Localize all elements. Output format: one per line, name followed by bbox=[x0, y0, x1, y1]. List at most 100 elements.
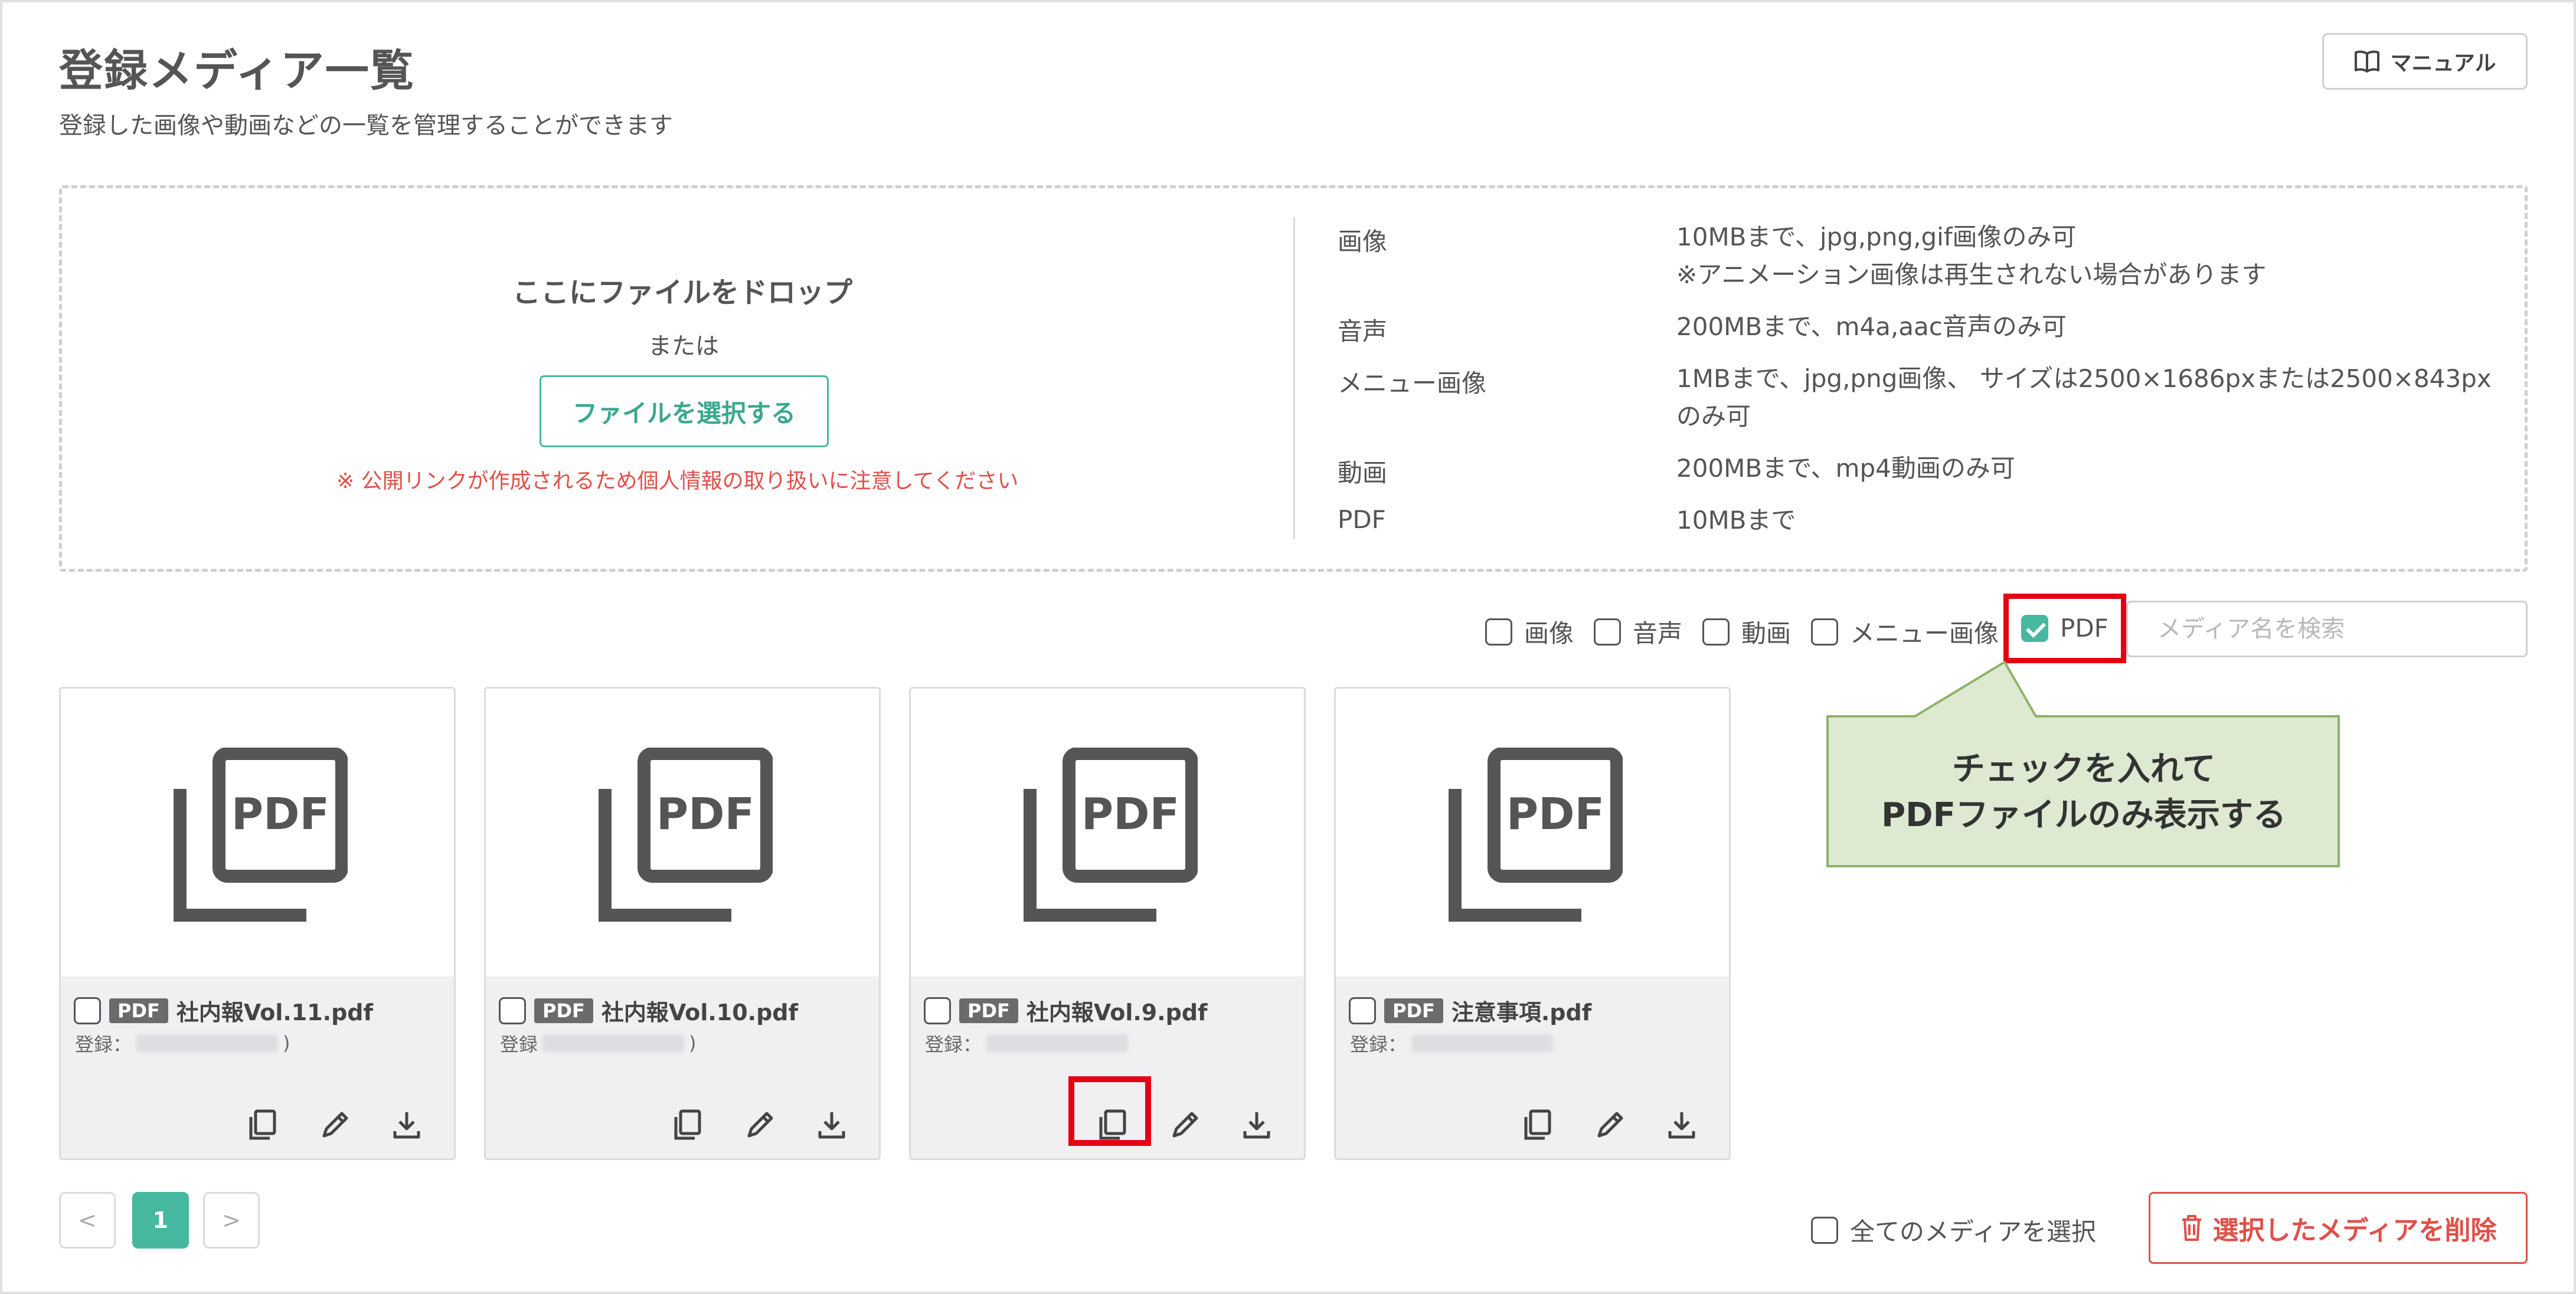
filter-label: 音声 bbox=[1633, 619, 1683, 648]
card-thumbnail: PDF bbox=[61, 689, 454, 977]
blurred-date bbox=[986, 1034, 1129, 1052]
copy-link-button[interactable] bbox=[245, 1108, 280, 1143]
filter-video[interactable]: 動画 bbox=[1702, 614, 1791, 650]
card-actions bbox=[670, 1108, 849, 1143]
delete-selected-button[interactable]: 選択したメディアを削除 bbox=[2149, 1192, 2528, 1264]
file-name: 社内報Vol.11.pdf bbox=[176, 1000, 374, 1026]
card-name-row: PDF 社内報Vol.9.pdf bbox=[924, 994, 1208, 1027]
file-type-badge: PDF bbox=[534, 998, 593, 1023]
download-button[interactable] bbox=[1239, 1108, 1274, 1143]
spec-line: 10MBまで、jpg,png,gif画像のみ可 bbox=[1676, 222, 2077, 251]
checkbox[interactable] bbox=[1485, 618, 1512, 646]
privacy-warning: ※ 公開リンクが作成されるため個人情報の取り扱いに注意してください bbox=[336, 469, 1019, 493]
pagination-prev-button[interactable]: < bbox=[59, 1192, 116, 1249]
registration-label: 登録： bbox=[75, 1033, 132, 1056]
download-button[interactable] bbox=[1664, 1108, 1699, 1143]
manual-button[interactable]: マニュアル bbox=[2322, 33, 2528, 90]
pencil-icon bbox=[1597, 1112, 1623, 1138]
spec-line: のみ可 bbox=[1676, 402, 1751, 431]
checkbox[interactable] bbox=[1811, 1216, 1838, 1244]
filter-label: メニュー画像 bbox=[1850, 619, 1999, 648]
pencil-icon bbox=[1172, 1112, 1198, 1138]
page-subtitle: 登録した画像や動画などの一覧を管理することができます bbox=[59, 112, 673, 139]
blurred-date bbox=[136, 1034, 279, 1052]
filter-image[interactable]: 画像 bbox=[1485, 614, 1574, 650]
spec-line: 1MBまで、jpg,png画像、 サイズは2500×1686pxまたは2500×… bbox=[1676, 364, 2492, 393]
card-name-row: PDF 注意事項.pdf bbox=[1349, 994, 1591, 1027]
select-all-media[interactable]: 全てのメディアを選択 bbox=[1811, 1212, 2096, 1248]
registration-info: 登録： bbox=[925, 1030, 1133, 1057]
pencil-icon bbox=[322, 1112, 348, 1138]
media-card[interactable]: PDF PDF 注意事項.pdf 登録： bbox=[1334, 687, 1731, 1160]
file-type-badge: PDF bbox=[959, 998, 1018, 1023]
spec-value-audio: 200MBまで、m4a,aac音声のみ可 bbox=[1676, 308, 2067, 346]
card-checkbox[interactable] bbox=[924, 997, 951, 1024]
spec-label-pdf: PDF bbox=[1338, 505, 1386, 534]
card-checkbox[interactable] bbox=[499, 997, 526, 1024]
card-actions bbox=[245, 1108, 424, 1143]
card-checkbox[interactable] bbox=[74, 997, 101, 1024]
spec-label-menu-image: メニュー画像 bbox=[1338, 369, 1487, 398]
pagination-page-1[interactable]: 1 bbox=[132, 1192, 189, 1249]
card-footer: PDF 社内報Vol.11.pdf 登録： ) bbox=[61, 977, 454, 1158]
pdf-file-icon: PDF bbox=[1449, 748, 1623, 922]
spec-line: 200MBまで、m4a,aac音声のみ可 bbox=[1676, 312, 2067, 341]
media-card[interactable]: PDF PDF 社内報Vol.10.pdf 登録 ) bbox=[484, 687, 881, 1160]
spec-label-audio: 音声 bbox=[1338, 317, 1388, 346]
registration-label: 登録： bbox=[1350, 1033, 1407, 1056]
copy-icon bbox=[1524, 1109, 1551, 1140]
checkbox[interactable] bbox=[1811, 618, 1838, 646]
search-input[interactable] bbox=[2126, 601, 2528, 657]
filter-audio[interactable]: 音声 bbox=[1594, 614, 1682, 650]
copy-icon bbox=[249, 1109, 276, 1140]
card-checkbox[interactable] bbox=[1349, 997, 1376, 1024]
pdf-file-icon: PDF bbox=[599, 748, 773, 922]
card-thumbnail: PDF bbox=[486, 689, 879, 977]
spec-value-video: 200MBまで、mp4動画のみ可 bbox=[1676, 450, 2015, 487]
blurred-date bbox=[1411, 1034, 1554, 1052]
registration-info: 登録： ) bbox=[75, 1030, 290, 1057]
filter-menu-image[interactable]: メニュー画像 bbox=[1811, 614, 1999, 650]
edit-button[interactable] bbox=[742, 1108, 777, 1143]
file-name: 社内報Vol.10.pdf bbox=[601, 1000, 799, 1026]
download-icon bbox=[1668, 1112, 1695, 1139]
book-icon bbox=[2354, 50, 2379, 73]
registration-info: 登録 ) bbox=[500, 1030, 697, 1057]
registration-info: 登録： bbox=[1350, 1030, 1558, 1057]
select-all-label: 全てのメディアを選択 bbox=[1850, 1217, 2097, 1246]
card-thumbnail: PDF bbox=[1336, 689, 1729, 977]
blurred-date bbox=[542, 1034, 685, 1052]
spec-value-menu-image: 1MBまで、jpg,png画像、 サイズは2500×1686pxまたは2500×… bbox=[1676, 360, 2492, 435]
checkbox[interactable] bbox=[1594, 618, 1621, 646]
download-button[interactable] bbox=[814, 1108, 849, 1143]
select-file-button[interactable]: ファイルを選択する bbox=[540, 375, 829, 447]
callout-line: PDFファイルのみ表示する bbox=[1881, 796, 2286, 834]
card-name-row: PDF 社内報Vol.10.pdf bbox=[499, 994, 798, 1027]
drop-title: ここにファイルをドロップ bbox=[512, 276, 853, 309]
copy-link-button[interactable] bbox=[670, 1108, 705, 1143]
filter-label: 動画 bbox=[1741, 619, 1792, 648]
registration-label: 登録： bbox=[925, 1033, 982, 1056]
download-button[interactable] bbox=[389, 1108, 424, 1143]
spec-line: 10MBまで bbox=[1676, 506, 1796, 535]
file-type-badge: PDF bbox=[109, 998, 168, 1023]
edit-button[interactable] bbox=[1592, 1108, 1627, 1143]
pdf-file-icon: PDF bbox=[1024, 748, 1198, 922]
download-icon bbox=[1243, 1112, 1270, 1139]
edit-button[interactable] bbox=[317, 1108, 352, 1143]
pdf-filter-highlight bbox=[2003, 594, 2126, 663]
checkbox[interactable] bbox=[1702, 618, 1730, 646]
file-type-badge: PDF bbox=[1384, 998, 1443, 1023]
pdf-file-icon: PDF bbox=[174, 748, 348, 922]
copy-link-button[interactable] bbox=[1520, 1108, 1555, 1143]
media-card[interactable]: PDF PDF 社内報Vol.11.pdf 登録： ) bbox=[59, 687, 456, 1160]
registration-tail: ) bbox=[283, 1032, 290, 1054]
copy-icon bbox=[674, 1109, 701, 1140]
pdf-icon-label: PDF bbox=[231, 789, 329, 840]
edit-button[interactable] bbox=[1167, 1108, 1202, 1143]
delete-button-label: 選択したメディアを削除 bbox=[2212, 1216, 2497, 1246]
filter-label: 画像 bbox=[1524, 619, 1574, 648]
card-actions bbox=[1520, 1108, 1699, 1143]
pagination-next-button[interactable]: > bbox=[203, 1192, 260, 1249]
download-icon bbox=[818, 1112, 845, 1139]
